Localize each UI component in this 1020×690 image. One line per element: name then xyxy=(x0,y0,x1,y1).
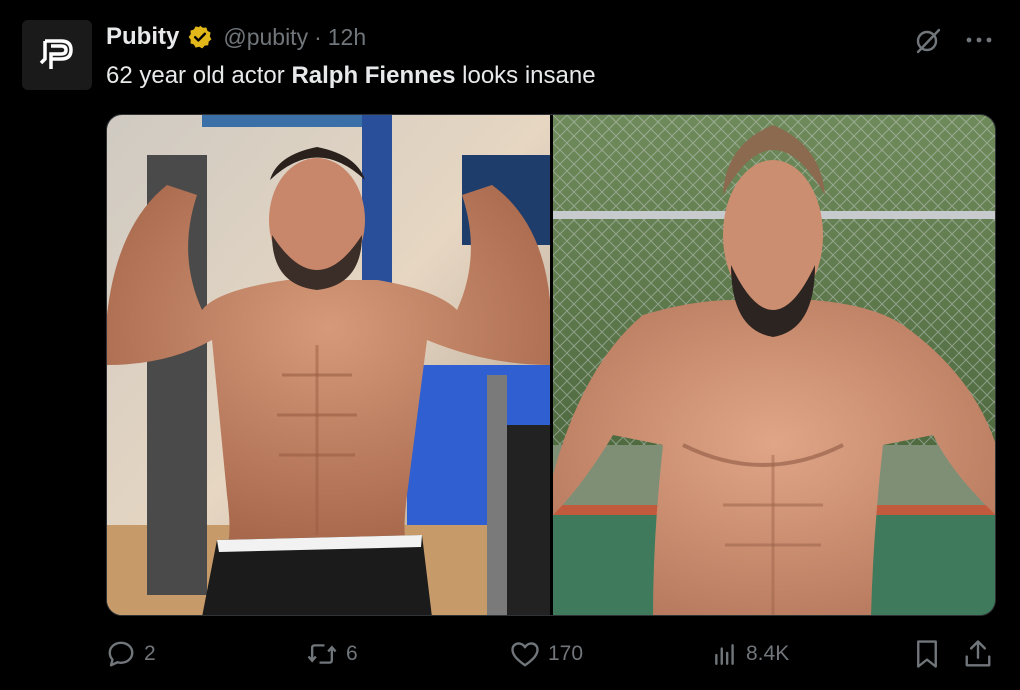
share-button[interactable] xyxy=(964,636,992,672)
tweet-text-before: 62 year old actor xyxy=(106,62,292,89)
tweet-action-bar: 2 6 170 8.4K xyxy=(106,636,996,672)
photo-outdoor-court xyxy=(553,115,995,615)
reply-icon xyxy=(108,641,134,667)
verified-badge-icon[interactable] xyxy=(187,24,213,50)
timestamp[interactable]: 12h xyxy=(328,24,366,51)
photo-gym-flex xyxy=(107,115,550,615)
tweet-text-after: looks insane xyxy=(455,62,596,89)
like-count: 170 xyxy=(548,642,584,665)
tweet-media xyxy=(106,114,996,616)
share-icon xyxy=(965,640,991,667)
tweet-text: 62 year old actor Ralph Fiennes looks in… xyxy=(106,60,596,92)
repost-count: 6 xyxy=(346,642,358,665)
author-handle[interactable]: @pubity xyxy=(223,24,308,51)
bookmark-icon xyxy=(917,640,937,668)
like-button[interactable]: 170 xyxy=(510,636,583,672)
views-count: 8.4K xyxy=(746,642,790,665)
media-photo-right[interactable] xyxy=(553,115,995,615)
reply-count: 2 xyxy=(144,642,156,665)
more-dots-icon[interactable] xyxy=(966,36,992,44)
reply-button[interactable]: 2 xyxy=(106,636,156,672)
bookmark-button[interactable] xyxy=(914,636,940,672)
tweet-header: Pubity @pubity · 12h xyxy=(106,22,366,52)
views-button[interactable]: 8.4K xyxy=(712,636,789,672)
pubity-logo-icon xyxy=(39,39,73,69)
separator-dot: · xyxy=(314,23,322,50)
tweet-text-bold: Ralph Fiennes xyxy=(291,62,456,89)
views-chart-icon xyxy=(715,644,734,665)
author-name[interactable]: Pubity xyxy=(106,23,179,51)
heart-icon xyxy=(511,642,539,667)
grok-icon[interactable] xyxy=(914,26,942,54)
repost-button[interactable]: 6 xyxy=(306,636,358,672)
media-photo-left[interactable] xyxy=(107,115,550,615)
repost-icon xyxy=(307,644,337,664)
avatar[interactable] xyxy=(22,20,92,90)
tweet-top-actions xyxy=(914,26,992,54)
